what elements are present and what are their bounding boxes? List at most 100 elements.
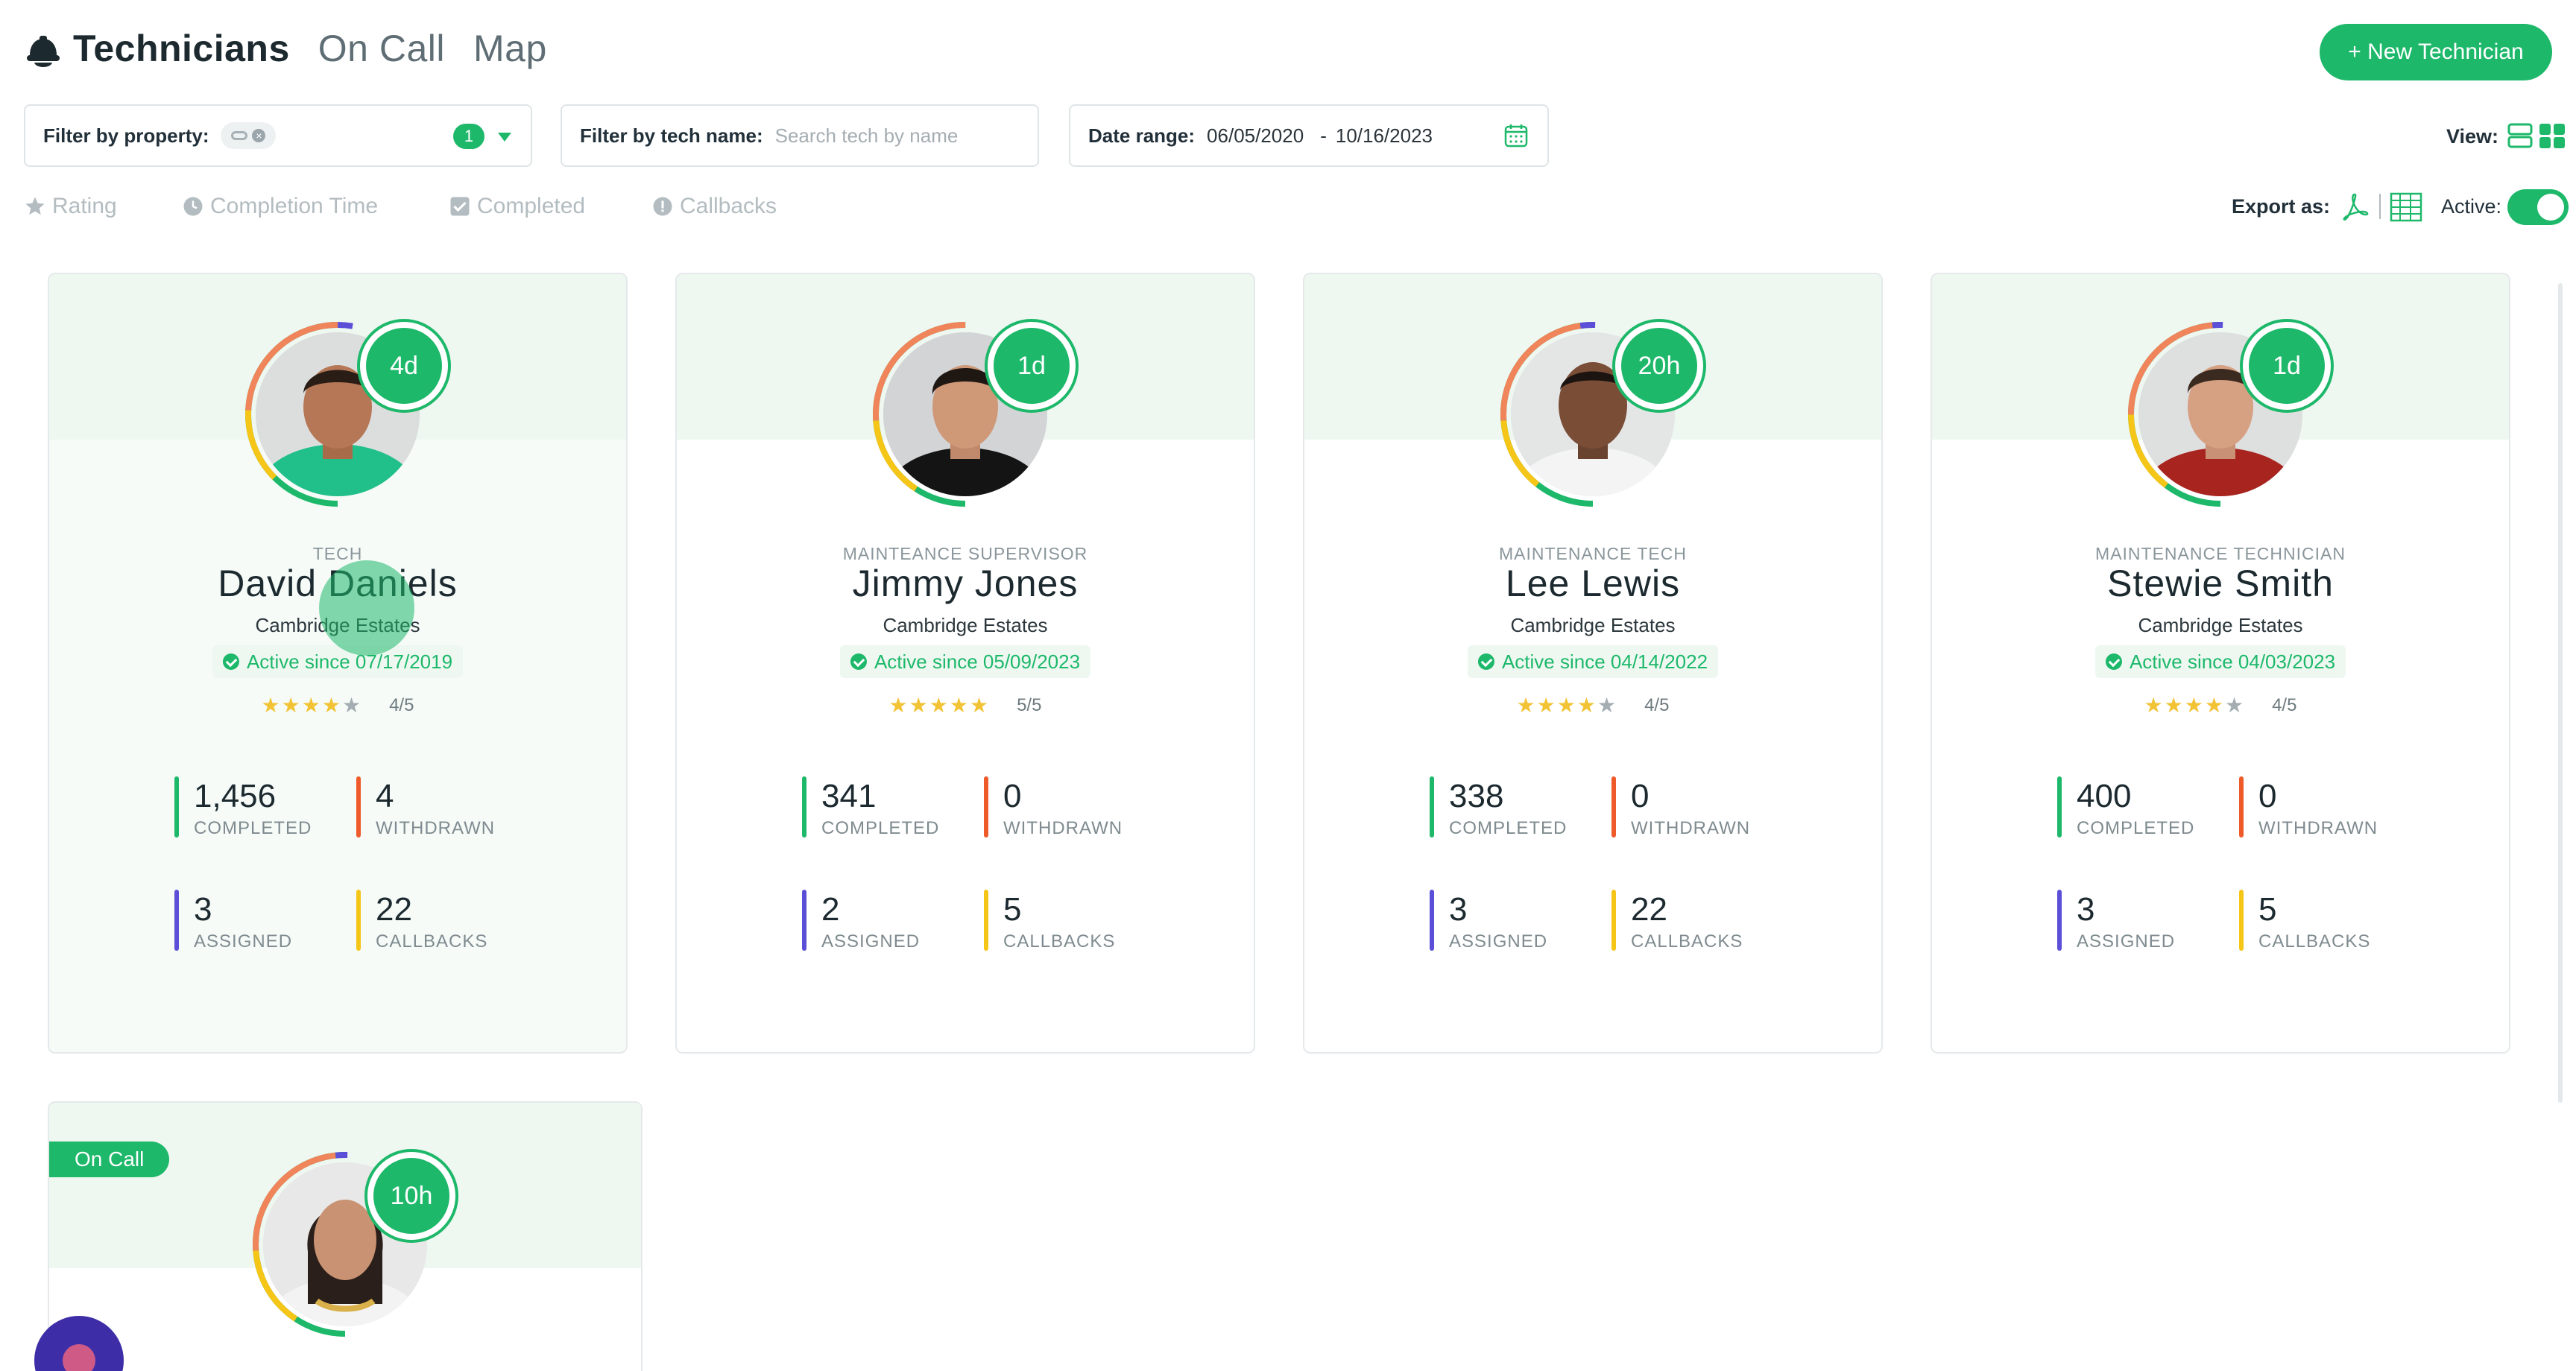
- star-icon: ★: [1556, 694, 1576, 717]
- stat-value: 5: [2258, 891, 2277, 928]
- time-badge: 1d: [988, 322, 1076, 410]
- technician-card[interactable]: 20h MAINTENANCE TECH Lee Lewis Cambridge…: [1303, 273, 1883, 1054]
- tab-map[interactable]: Map: [473, 27, 547, 70]
- tech-search-input[interactable]: [774, 124, 1025, 148]
- avatar-wrap: 10h: [251, 1150, 455, 1338]
- avatar-wrap: 20h: [1499, 320, 1703, 508]
- stat-label: COMPLETED: [821, 818, 940, 838]
- rating-text: 4/5: [389, 694, 414, 715]
- star-icon: ★: [341, 694, 362, 717]
- active-toggle-knob: [2537, 194, 2564, 221]
- active-since-badge: Active since 04/14/2022: [1467, 645, 1719, 678]
- time-badge: 10h: [367, 1152, 455, 1240]
- star-icon: ★: [2224, 694, 2244, 717]
- sort-completion-time[interactable]: Completion Time: [182, 194, 378, 219]
- technician-role: MAINTEANCE SUPERVISOR: [842, 544, 1088, 563]
- stat-bar: [2239, 890, 2244, 951]
- date-from[interactable]: 06/05/2020: [1207, 124, 1304, 148]
- technician-card[interactable]: On Call 10h: [48, 1101, 643, 1371]
- stat-value: 400: [2077, 778, 2132, 814]
- star-icon: ★: [969, 694, 989, 717]
- technician-name[interactable]: Stewie Smith: [1932, 562, 2509, 605]
- new-technician-button[interactable]: + New Technician: [2320, 24, 2552, 80]
- list-view-icon[interactable]: [2507, 122, 2533, 149]
- dropdown-caret-icon[interactable]: [498, 133, 511, 142]
- filter-row: Filter by property: × 1 Filter by tech n…: [0, 104, 2576, 168]
- remove-chip-icon[interactable]: ×: [252, 129, 266, 142]
- stat-label: CALLBACKS: [2258, 931, 2371, 952]
- stat-label: WITHDRAWN: [2258, 818, 2378, 838]
- export-separator: [2379, 194, 2381, 219]
- star-icon: ★: [281, 694, 300, 717]
- stat-bar: [2057, 776, 2062, 838]
- technician-card[interactable]: 1d MAINTEANCE SUPERVISOR Jimmy Jones Cam…: [675, 273, 1255, 1054]
- tab-on-call[interactable]: On Call: [318, 27, 445, 70]
- stat-value: 3: [1449, 891, 1468, 928]
- avatar-wrap: 4d: [244, 320, 448, 508]
- date-range-filter[interactable]: Date range: 06/05/2020 - 10/16/2023: [1069, 104, 1549, 167]
- touch-indicator: [319, 560, 414, 656]
- stat-value: 22: [1631, 891, 1667, 928]
- stat-value: 0: [1003, 778, 1022, 814]
- date-to[interactable]: 10/16/2023: [1336, 124, 1433, 148]
- stat-label: COMPLETED: [1449, 818, 1568, 838]
- technician-card[interactable]: 1d MAINTENANCE TECHNICIAN Stewie Smith C…: [1931, 273, 2510, 1054]
- active-toggle[interactable]: [2507, 189, 2569, 225]
- stat-bar: [356, 890, 361, 951]
- star-rating: ★ ★ ★ ★ ★: [1517, 693, 1617, 718]
- excel-export-icon[interactable]: [2390, 192, 2422, 222]
- star-icon: ★: [949, 694, 968, 717]
- pdf-export-icon[interactable]: [2340, 192, 2369, 221]
- technician-role: MAINTENANCE TECH: [1499, 544, 1687, 563]
- main-nav: Technicians On Call Map: [73, 27, 547, 70]
- stat-withdrawn: 4 WITHDRAWN: [356, 776, 528, 838]
- star-icon: ★: [1516, 694, 1535, 717]
- stat-completed: 338 COMPLETED: [1430, 776, 1601, 838]
- active-since-text: Active since 04/14/2022: [1501, 650, 1708, 673]
- property-filter-label: Filter by property:: [43, 124, 209, 147]
- stat-value: 22: [376, 891, 412, 928]
- stat-value: 341: [821, 778, 877, 814]
- stat-bar: [984, 776, 988, 838]
- star-icon: ★: [1536, 694, 1556, 717]
- calendar-icon[interactable]: [1503, 122, 1530, 149]
- stat-value: 3: [194, 891, 212, 928]
- star-rating: ★ ★ ★ ★ ★: [262, 693, 362, 718]
- stat-bar: [2239, 776, 2244, 838]
- technician-card[interactable]: 4d TECH David Daniels Cambridge Estates …: [48, 273, 628, 1054]
- stat-value: 1,456: [194, 778, 277, 814]
- scrollbar[interactable]: [2558, 283, 2563, 1103]
- check-circle-icon: [1477, 653, 1494, 670]
- star-icon: ★: [2164, 694, 2183, 717]
- stat-assigned: 3 ASSIGNED: [1430, 890, 1601, 952]
- stat-label: ASSIGNED: [821, 931, 921, 952]
- tech-name-filter[interactable]: Filter by tech name:: [561, 104, 1039, 167]
- rating-row: ★ ★ ★ ★ ★ 4/5: [2144, 693, 2297, 718]
- stat-bar: [174, 776, 179, 838]
- sort-completed[interactable]: Completed: [449, 194, 585, 219]
- grid-view-icon[interactable]: [2539, 122, 2566, 149]
- active-since-badge: Active since 04/03/2023: [2094, 645, 2346, 678]
- stat-assigned: 3 ASSIGNED: [2057, 890, 2229, 952]
- date-range-label: Date range:: [1088, 124, 1196, 147]
- check-circle-icon: [222, 653, 239, 670]
- stat-assigned: 3 ASSIGNED: [174, 890, 346, 952]
- stat-callbacks: 5 CALLBACKS: [2239, 890, 2411, 952]
- sort-callbacks[interactable]: Callbacks: [651, 194, 777, 219]
- stat-bar: [2057, 890, 2062, 951]
- technician-name[interactable]: Jimmy Jones: [677, 562, 1254, 605]
- stat-bar: [1611, 890, 1616, 951]
- property-chip[interactable]: ×: [221, 122, 277, 149]
- technician-property: Cambridge Estates: [2138, 614, 2303, 636]
- stat-label: ASSIGNED: [1449, 931, 1548, 952]
- sort-rating[interactable]: Rating: [24, 194, 117, 219]
- avatar-wrap: 1d: [871, 320, 1076, 508]
- star-icon: ★: [909, 694, 928, 717]
- technician-name[interactable]: Lee Lewis: [1304, 562, 1881, 605]
- active-label: Active:: [2440, 195, 2501, 218]
- stat-value: 4: [376, 778, 394, 814]
- tech-filter-label: Filter by tech name:: [580, 124, 763, 147]
- sort-row: Rating Completion Time Completed Callbac…: [0, 185, 2576, 229]
- rating-text: 4/5: [2272, 694, 2297, 715]
- property-filter[interactable]: Filter by property: × 1: [24, 104, 532, 167]
